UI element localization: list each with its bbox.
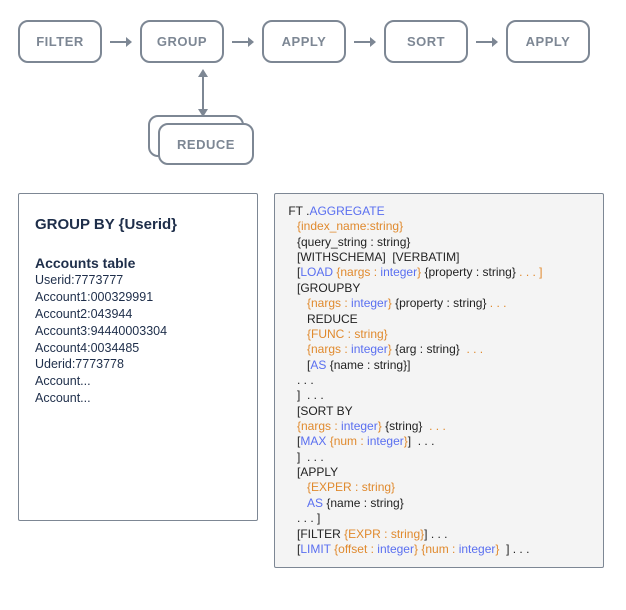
table-row: Account... — [35, 373, 241, 390]
code-line: . . . ] — [285, 511, 593, 526]
accounts-table-title: Accounts table — [35, 255, 241, 271]
table-row: Account2:043944 — [35, 306, 241, 323]
table-row: Account3:94440003304 — [35, 323, 241, 340]
arrow-right-icon — [476, 35, 498, 49]
reduce-stack: REDUCE — [148, 115, 258, 165]
table-row: Userid:7773777 — [35, 272, 241, 289]
reduce-node: REDUCE — [158, 123, 254, 165]
code-line: ] . . . — [285, 450, 593, 465]
code-line: {FUNC : string} — [285, 327, 593, 342]
bottom-row: GROUP BY {Userid} Accounts table Userid:… — [18, 193, 608, 568]
syntax-panel: FT .AGGREGATE {index_name:string} {query… — [274, 193, 604, 568]
sort-node: SORT — [384, 20, 468, 63]
code-line: [SORT BY — [285, 404, 593, 419]
code-line: REDUCE — [285, 312, 593, 327]
code-line: . . . — [285, 373, 593, 388]
arrow-right-icon — [110, 35, 132, 49]
code-line: {query_string : string} — [285, 235, 593, 250]
code-line: {EXPER : string} — [285, 480, 593, 495]
code-line: [APPLY — [285, 465, 593, 480]
code-line: [WITHSCHEMA] [VERBATIM] — [285, 250, 593, 265]
pipeline-row: FILTER GROUP APPLY SORT APPLY — [18, 20, 608, 63]
code-line: [MAX {num : integer}] . . . — [285, 434, 593, 449]
arrow-right-icon — [232, 35, 254, 49]
code-line: AS {name : string} — [285, 496, 593, 511]
table-row: Account... — [35, 390, 241, 407]
apply-node-2: APPLY — [506, 20, 590, 63]
table-row: Account1:000329991 — [35, 289, 241, 306]
group-node: GROUP — [140, 20, 224, 63]
code-line: [GROUPBY — [285, 281, 593, 296]
code-line: {nargs : integer} {property : string} . … — [285, 296, 593, 311]
table-row: Account4:0034485 — [35, 340, 241, 357]
code-line: {index_name:string} — [285, 219, 593, 234]
code-line: {nargs : integer} {string} . . . — [285, 419, 593, 434]
code-line: [FILTER {EXPR : string}] . . . — [285, 527, 593, 542]
apply-node-1: APPLY — [262, 20, 346, 63]
code-line: [AS {name : string}] — [285, 358, 593, 373]
table-row: Uderid:7773778 — [35, 356, 241, 373]
code-line: [LIMIT {offset : integer} {num : integer… — [285, 542, 593, 557]
groupby-title: GROUP BY {Userid} — [35, 216, 241, 233]
arrow-bidirectional-icon — [183, 69, 223, 117]
code-line: FT .AGGREGATE — [285, 204, 593, 219]
code-line: ] . . . — [285, 388, 593, 403]
filter-node: FILTER — [18, 20, 102, 63]
groupby-panel: GROUP BY {Userid} Accounts table Userid:… — [18, 193, 258, 521]
code-line: {nargs : integer} {arg : string} . . . — [285, 342, 593, 357]
arrow-right-icon — [354, 35, 376, 49]
code-line: [LOAD {nargs : integer} {property : stri… — [285, 265, 593, 280]
